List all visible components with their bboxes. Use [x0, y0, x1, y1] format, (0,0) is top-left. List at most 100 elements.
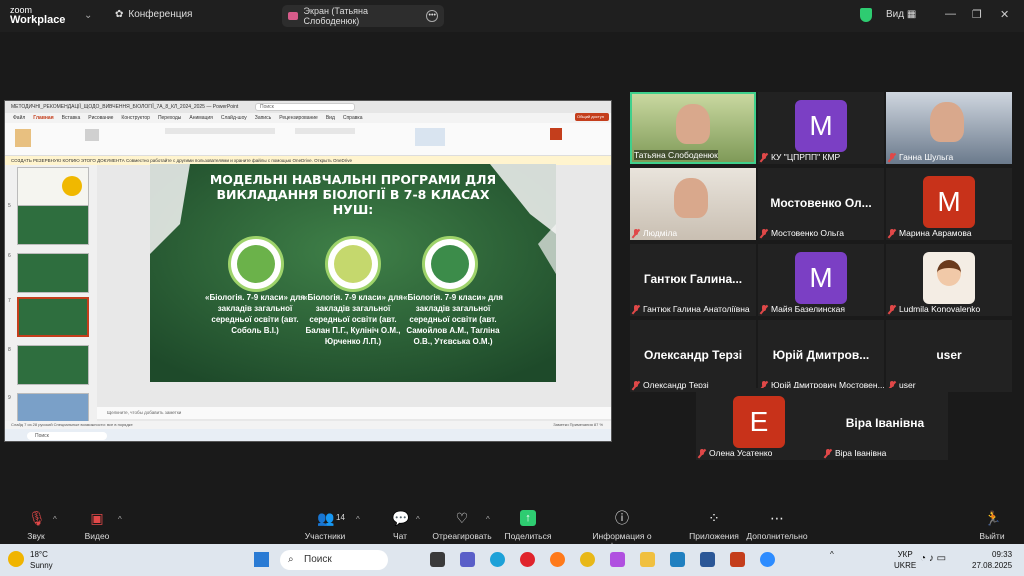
tab-screen-share[interactable]: Экран (Татьяна Слободенюк) •••: [282, 5, 444, 27]
thumb-slide-6[interactable]: [17, 253, 89, 293]
clock[interactable]: 09:33 27.08.2025: [972, 549, 1012, 571]
participant-tile[interactable]: Юрій Дмитров... Юрій Дмитрович Мостовен..…: [758, 320, 884, 392]
video-label: Видео: [84, 531, 110, 541]
pp-menu-record[interactable]: Запись: [255, 115, 271, 121]
weather-widget[interactable]: 18°C Sunny: [30, 549, 53, 571]
windows-search-box[interactable]: Поиск: [280, 550, 388, 570]
pp-menu-slideshow[interactable]: Слайд-шоу: [221, 115, 247, 121]
paste-icon[interactable]: [15, 129, 31, 147]
participant-tile[interactable]: Мостовенко Ол... Мостовенко Ольга: [758, 168, 884, 240]
participant-tile[interactable]: E Олена Усатенко: [696, 388, 822, 460]
teams-icon[interactable]: [460, 552, 475, 567]
tab-screen-label: Экран (Татьяна Слободенюк): [303, 6, 368, 26]
pp-menu-home[interactable]: Главная: [33, 115, 53, 121]
video-caret-icon[interactable]: ^: [118, 515, 122, 524]
pp-share-button[interactable]: Общий доступ: [575, 113, 609, 121]
mic-muted-icon: [888, 152, 896, 162]
pp-menu-review[interactable]: Рецензирование: [279, 115, 318, 121]
video-button[interactable]: ▣ Видео: [82, 510, 112, 541]
leave-button[interactable]: 🏃 Выйти: [978, 510, 1006, 541]
pp-menu-insert[interactable]: Вставка: [62, 115, 81, 121]
wifi-icon[interactable]: ◔ ♪ ▭: [920, 553, 946, 564]
thumb-slide-8[interactable]: [17, 345, 89, 385]
pp-ribbon[interactable]: [5, 123, 611, 156]
share-button[interactable]: ↑ Поделиться: [502, 510, 554, 541]
clock-date: 27.08.2025: [972, 561, 1013, 570]
system-tray[interactable]: ^: [830, 549, 864, 560]
tab-conference[interactable]: ✿ Конференция: [115, 9, 192, 20]
thumb-slide-5[interactable]: [17, 205, 89, 245]
thumb-number: 9: [8, 395, 11, 401]
participant-tile[interactable]: Ludmila Konovalenko: [886, 244, 1012, 316]
store-icon[interactable]: [670, 552, 685, 567]
thumb-slide-4[interactable]: [17, 167, 89, 207]
participant-tile[interactable]: Віра Іванівна Віра Іванівна: [822, 388, 948, 460]
chat-caret-icon[interactable]: ^: [416, 515, 420, 524]
notes-pane[interactable]: Щелкните, чтобы добавить заметки: [97, 407, 611, 419]
windows-start-icon[interactable]: [254, 552, 269, 567]
windows-taskbar: [0, 544, 1024, 576]
search-icon: ⌕: [288, 554, 294, 565]
mic-muted-icon: [632, 380, 640, 390]
participant-tile[interactable]: Ганна Шульга: [886, 92, 1012, 164]
zoom-icon[interactable]: [760, 552, 775, 567]
pp-menu-design[interactable]: Конструктор: [121, 115, 150, 121]
more-button[interactable]: ⋯ Дополнительно: [744, 510, 810, 541]
firefox-icon[interactable]: [550, 552, 565, 567]
screen-share-icon: [288, 12, 298, 20]
participant-tile[interactable]: Гантюк Галина... Гантюк Галина Анатоліївн…: [630, 244, 756, 316]
opera-icon[interactable]: [520, 552, 535, 567]
paragraph-box[interactable]: [295, 128, 355, 134]
tray-chevron-icon[interactable]: ^: [830, 550, 834, 559]
pp-menu-transitions[interactable]: Переходы: [158, 115, 181, 121]
chevron-down-icon[interactable]: ⌄: [84, 10, 92, 21]
pp-menu-animation[interactable]: Анимация: [189, 115, 212, 121]
pp-menu-view[interactable]: Вид: [326, 115, 335, 121]
new-slide-icon[interactable]: [85, 129, 99, 141]
copilot-icon[interactable]: [610, 552, 625, 567]
language-indicator[interactable]: УКР UKRE: [894, 549, 916, 571]
react-button[interactable]: ♡ Отреагировать: [432, 510, 492, 541]
cartoon-avatar: [923, 252, 975, 304]
view-button[interactable]: Вид ▦: [886, 9, 916, 20]
pp-menu-file[interactable]: Файл: [13, 115, 25, 121]
notes-placeholder: Щелкните, чтобы добавить заметки: [107, 410, 182, 415]
file-explorer-icon[interactable]: [640, 552, 655, 567]
slide-thumbnails[interactable]: 5 6 7 8 9: [5, 165, 97, 433]
participant-tile[interactable]: M КУ "ЦПРПП" КМР: [758, 92, 884, 164]
task-view-icon[interactable]: [430, 552, 445, 567]
participant-tile[interactable]: Татьяна Слободенюк: [630, 92, 756, 164]
restore-icon[interactable]: ❐: [972, 8, 982, 21]
word-icon[interactable]: [700, 552, 715, 567]
audio-button[interactable]: 🎙 Звук: [22, 510, 50, 541]
book-cover-2: [325, 236, 381, 292]
security-shield-icon[interactable]: [860, 8, 872, 22]
participant-tile[interactable]: M Марина Аврамова: [886, 168, 1012, 240]
participant-tile[interactable]: M Майя Базелинская: [758, 244, 884, 316]
pp-menu-help[interactable]: Справка: [343, 115, 363, 121]
participant-tile[interactable]: Людміла: [630, 168, 756, 240]
shapes-icon[interactable]: [415, 128, 445, 146]
thumb-slide-7[interactable]: [17, 297, 89, 337]
powerpoint-icon[interactable]: [730, 552, 745, 567]
font-box[interactable]: [165, 128, 275, 134]
participants-caret-icon[interactable]: ^: [356, 515, 360, 524]
edge-icon[interactable]: [490, 552, 505, 567]
participant-display-name: Олександр Терзі: [643, 348, 743, 362]
chrome-icon[interactable]: [580, 552, 595, 567]
participant-tile[interactable]: user user: [886, 320, 1012, 392]
minimize-icon[interactable]: —: [945, 8, 956, 20]
person-silhouette: [676, 104, 710, 144]
react-caret-icon[interactable]: ^: [486, 515, 490, 524]
audio-caret-icon[interactable]: ^: [53, 515, 57, 524]
close-icon[interactable]: ✕: [1000, 8, 1009, 21]
weather-sun-icon[interactable]: [8, 551, 24, 567]
participant-tile[interactable]: Олександр Терзі Олександр Терзі: [630, 320, 756, 392]
apps-button[interactable]: ⁘ Приложения: [688, 510, 740, 541]
current-slide[interactable]: МОДЕЛЬНІ НАВЧАЛЬНІ ПРОГРАМИ ДЛЯ ВИКЛАДАН…: [150, 164, 556, 382]
pp-search-box[interactable]: Поиск: [255, 103, 355, 111]
more-options-icon[interactable]: •••: [426, 10, 438, 22]
chat-button[interactable]: 💬 Чат: [388, 510, 412, 541]
pp-menu-draw[interactable]: Рисование: [88, 115, 113, 121]
designer-icon[interactable]: [550, 128, 562, 140]
